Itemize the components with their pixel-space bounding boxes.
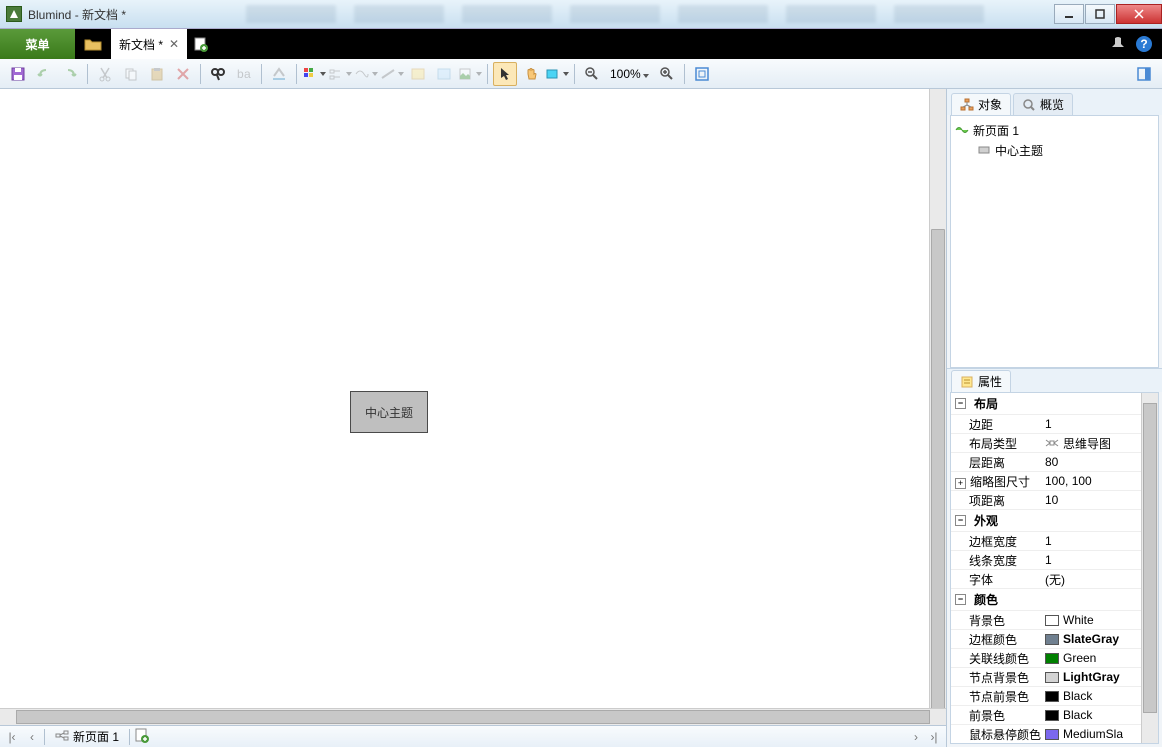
fit-screen-button[interactable]: [690, 62, 714, 86]
window-title: Blumind - 新文档 *: [28, 6, 126, 23]
prop-node-fg-color[interactable]: 节点前景色Black: [951, 687, 1158, 706]
tree-child-row[interactable]: 中心主题: [955, 140, 1154, 160]
page-node-icon: [955, 123, 969, 137]
tab-objects[interactable]: 对象: [951, 93, 1011, 115]
copy-button[interactable]: [119, 62, 143, 86]
tab-overview[interactable]: 概览: [1013, 93, 1073, 115]
prev-page-button[interactable]: ‹: [24, 729, 40, 745]
close-button[interactable]: [1116, 4, 1162, 24]
page-tab-label: 新页面 1: [73, 728, 119, 745]
object-tree[interactable]: 新页面 1 中心主题: [950, 115, 1159, 368]
app-icon: [6, 6, 22, 22]
format-button[interactable]: [267, 62, 291, 86]
tabbar: 菜单 新文档 * ✕ ?: [0, 29, 1162, 59]
pointer-tool[interactable]: [493, 62, 517, 86]
page-tabs-bar: |‹ ‹ 新页面 1 › ›|: [0, 725, 946, 747]
document-tab[interactable]: 新文档 * ✕: [111, 29, 187, 59]
document-tab-label: 新文档 *: [119, 36, 163, 53]
mindmap-icon: [1045, 437, 1059, 449]
maximize-button[interactable]: [1085, 4, 1115, 24]
zoom-in-button[interactable]: [655, 62, 679, 86]
prop-border-width[interactable]: 边框宽度1: [951, 532, 1158, 551]
cut-button[interactable]: [93, 62, 117, 86]
color-picker-button[interactable]: [302, 62, 326, 86]
add-page-button[interactable]: [134, 727, 150, 746]
background-windows: [246, 5, 984, 23]
canvas-horizontal-scrollbar[interactable]: [0, 708, 946, 725]
insert-icon-button[interactable]: [432, 62, 456, 86]
insert-image-button[interactable]: [458, 62, 482, 86]
side-panel: 对象 概览 新页面 1 中心主题 属性: [947, 89, 1162, 747]
undo-button[interactable]: [32, 62, 56, 86]
prop-bg-color[interactable]: 背景色White: [951, 611, 1158, 630]
prop-item-distance[interactable]: 项距离10: [951, 491, 1158, 510]
next-page-button[interactable]: ›: [908, 729, 924, 745]
first-page-button[interactable]: |‹: [4, 729, 20, 745]
last-page-button[interactable]: ›|: [926, 729, 942, 745]
objects-icon: [960, 98, 974, 112]
section-layout[interactable]: −布局: [951, 393, 1158, 415]
help-icon[interactable]: ?: [1136, 36, 1152, 52]
line-style-button[interactable]: [354, 62, 378, 86]
minimize-button[interactable]: [1054, 4, 1084, 24]
hand-tool[interactable]: [519, 62, 543, 86]
section-color[interactable]: −颜色: [951, 589, 1158, 611]
shape-tool[interactable]: [545, 62, 569, 86]
prop-layout-type[interactable]: 布局类型思维导图: [951, 434, 1158, 453]
replace-button[interactable]: ba: [232, 62, 256, 86]
prop-border-color[interactable]: 边框颜色SlateGray: [951, 630, 1158, 649]
overview-icon: [1022, 98, 1036, 112]
tab-properties[interactable]: 属性: [951, 370, 1011, 392]
tab-close-icon[interactable]: ✕: [169, 37, 179, 51]
prop-node-bg-color[interactable]: 节点背景色LightGray: [951, 668, 1158, 687]
zoom-out-button[interactable]: [580, 62, 604, 86]
open-folder-button[interactable]: [75, 29, 111, 59]
toolbar: ba 100%: [0, 59, 1162, 89]
prop-hover-color[interactable]: 鼠标悬停颜色MediumSla: [951, 725, 1158, 744]
line-type-button[interactable]: [380, 62, 404, 86]
notification-icon[interactable]: [1110, 35, 1126, 54]
zoom-level[interactable]: 100%: [606, 67, 653, 81]
prop-margin[interactable]: 边距1: [951, 415, 1158, 434]
prop-layer-distance[interactable]: 层距离80: [951, 453, 1158, 472]
page-tab[interactable]: 新页面 1: [49, 726, 125, 747]
prop-line-width[interactable]: 线条宽度1: [951, 551, 1158, 570]
section-appearance[interactable]: −外观: [951, 510, 1158, 532]
titlebar: Blumind - 新文档 *: [0, 0, 1162, 29]
save-button[interactable]: [6, 62, 30, 86]
canvas-area[interactable]: 中心主题: [0, 89, 946, 708]
menu-button[interactable]: 菜单: [0, 29, 75, 59]
window-controls: [1054, 4, 1162, 24]
tree-root-row[interactable]: 新页面 1: [955, 120, 1154, 140]
redo-button[interactable]: [58, 62, 82, 86]
insert-note-button[interactable]: [406, 62, 430, 86]
svg-text:b: b: [237, 67, 244, 81]
properties-scrollbar[interactable]: [1141, 393, 1158, 743]
page-icon: [55, 730, 69, 744]
find-button[interactable]: [206, 62, 230, 86]
new-tab-button[interactable]: [187, 29, 215, 59]
prop-fg-color[interactable]: 前景色Black: [951, 706, 1158, 725]
prop-link-color[interactable]: 关联线颜色Green: [951, 649, 1158, 668]
central-topic-node[interactable]: 中心主题: [350, 391, 428, 433]
prop-font[interactable]: 字体(无): [951, 570, 1158, 589]
properties-grid[interactable]: −布局 边距1 布局类型思维导图 层距离80 +缩略图尺寸100, 100 项距…: [950, 392, 1159, 744]
paste-button[interactable]: [145, 62, 169, 86]
canvas-vertical-scrollbar[interactable]: [929, 89, 946, 708]
node-style-button[interactable]: [328, 62, 352, 86]
properties-icon: [960, 375, 974, 389]
prop-thumb-size[interactable]: +缩略图尺寸100, 100: [951, 472, 1158, 491]
toggle-sidebar-button[interactable]: [1132, 62, 1156, 86]
svg-text:a: a: [244, 67, 251, 81]
delete-button[interactable]: [171, 62, 195, 86]
topic-node-icon: [977, 143, 991, 157]
